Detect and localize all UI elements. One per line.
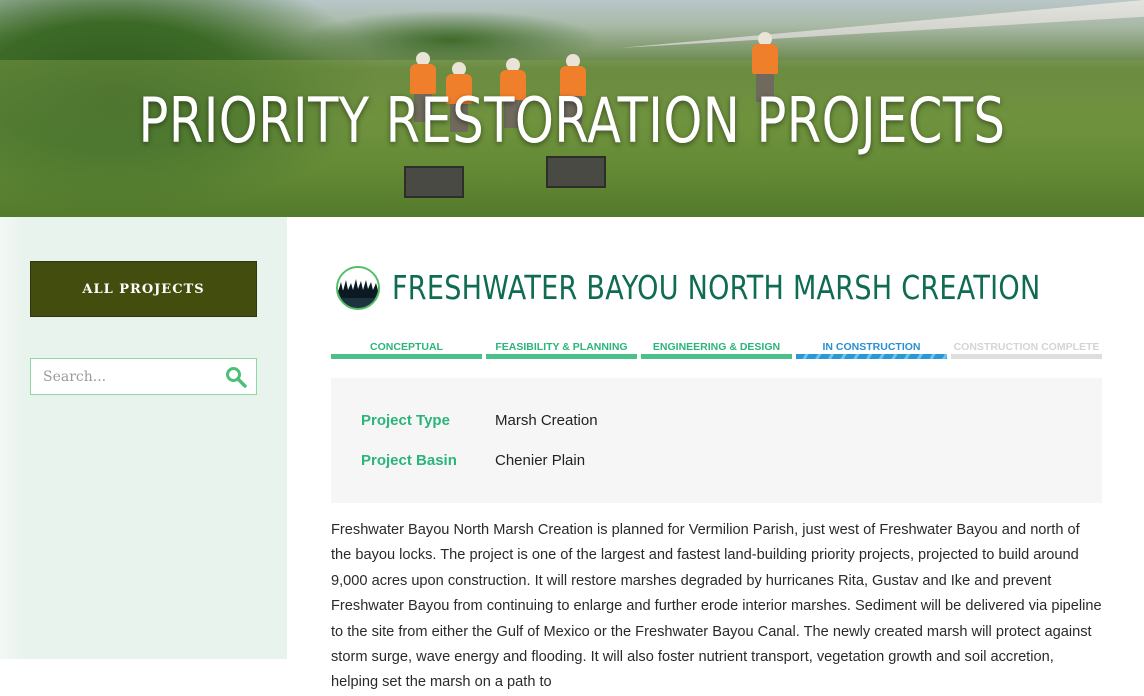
stage-label: IN CONSTRUCTION [822,341,921,353]
stage-bar [796,354,947,359]
search-icon[interactable] [225,366,247,388]
marsh-photo-icon [336,266,380,310]
stage-label: ENGINEERING & DESIGN [652,341,781,353]
search-box [30,358,257,395]
stage-in-construction[interactable]: IN CONSTRUCTION [796,341,947,361]
hero-trees-back [300,10,600,60]
project-title: FRESHWATER BAYOU NORTH MARSH CREATION [392,268,1041,307]
hero-equipment [546,156,606,188]
stage-bar [486,354,637,359]
project-description: Freshwater Bayou North Marsh Creation is… [331,522,1102,691]
hero-levee-wall [620,0,1144,48]
all-projects-button[interactable]: ALL PROJECTS [30,261,257,317]
stage-bar [951,354,1102,359]
stage-feasibility-planning[interactable]: FEASIBILITY & PLANNING [486,341,637,361]
stage-bar [641,354,792,359]
project-type-value: Marsh Creation [495,412,598,429]
project-stage-tracker: CONCEPTUAL FEASIBILITY & PLANNING ENGINE… [331,341,1102,361]
stage-label: FEASIBILITY & PLANNING [495,341,628,353]
search-input[interactable] [31,359,216,394]
project-basin-value: Chenier Plain [495,452,586,469]
project-info-panel: Project Type Marsh Creation Project Basi… [331,378,1102,503]
project-type-label: Project Type [361,412,450,429]
project-basin-label: Project Basin [361,452,457,469]
stage-construction-complete[interactable]: CONSTRUCTION COMPLETE [951,341,1102,361]
stage-conceptual[interactable]: CONCEPTUAL [331,341,482,361]
stage-label: CONSTRUCTION COMPLETE [953,341,1100,353]
stage-label: CONCEPTUAL [370,341,443,353]
hero-equipment [404,166,464,198]
stage-bar [331,354,482,359]
page-title: PRIORITY RESTORATION PROJECTS [138,84,1006,157]
hero-banner: PRIORITY RESTORATION PROJECTS [0,0,1144,217]
stage-engineering-design[interactable]: ENGINEERING & DESIGN [641,341,792,361]
